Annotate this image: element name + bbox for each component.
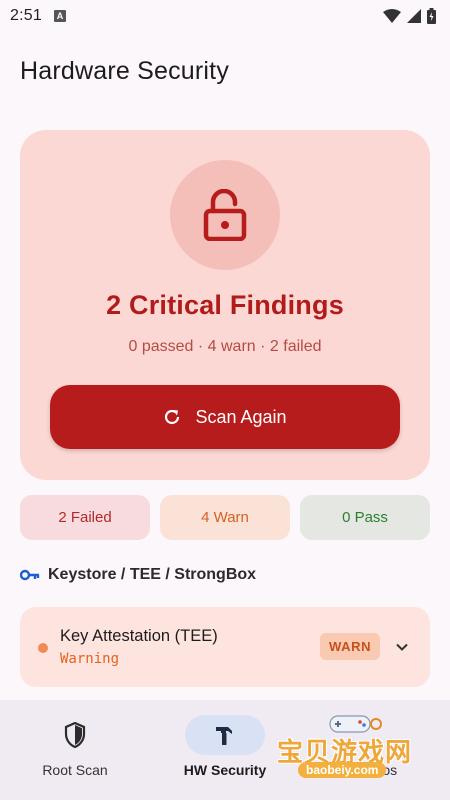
failed-chip-label: 2 Failed [58,509,112,526]
pass-chip-label: 0 Pass [342,509,388,526]
nav-pill-demos [335,715,415,755]
nav-pill-hw-security [185,715,265,755]
status-time: 2:51 [10,7,42,24]
section-header: Keystore / TEE / StrongBox [20,566,256,584]
key-icon [20,569,40,581]
warn-badge: WARN [320,633,380,660]
result-chips: 2 Failed 4 Warn 0 Pass [20,495,430,540]
finding-status: Warning [60,651,120,667]
shield-icon [64,722,86,748]
section-title: Keystore / TEE / StrongBox [48,566,257,583]
nav-item-demos[interactable]: Demos [300,700,450,800]
status-dot [38,643,48,653]
warn-chip-label: 4 Warn [201,509,249,526]
status-icon-circle [170,160,280,270]
signal-icon [407,9,421,23]
lock-open-icon [203,189,247,241]
status-bar: 2:51 A [0,0,450,32]
nav-item-hw-security[interactable]: HW Security [150,700,300,800]
findings-title: 2 Critical Findings [106,290,344,320]
refresh-icon [165,409,180,425]
nav-label-demos: Demos [352,762,398,778]
nav-pill-root-scan [35,715,115,755]
warn-chip[interactable]: 4 Warn [160,495,290,540]
scan-again-button[interactable]: Scan Again [50,385,400,449]
chevron-down-icon[interactable] [394,639,410,655]
pass-chip[interactable]: 0 Pass [300,495,430,540]
hammer-icon [216,727,232,745]
security-summary-card: 2 Critical Findings 0 passed · 4 warn · … [20,130,430,480]
battery-icon [427,8,436,24]
finding-title: Key Attestation (TEE) [60,627,218,645]
nav-label-hw-security: HW Security [183,762,267,778]
app-bar: Hardware Security [0,32,450,110]
findings-summary: 0 passed · 4 warn · 2 failed [128,338,322,355]
scan-again-label: Scan Again [195,406,287,427]
bottom-navigation: Root Scan HW Security Demos [0,700,450,800]
nav-label-root-scan: Root Scan [42,762,108,778]
wifi-icon [383,9,401,23]
nav-item-root-scan[interactable]: Root Scan [0,700,150,800]
finding-item[interactable]: Key Attestation (TEE) Warning WARN [20,607,430,687]
status-icons [383,8,436,24]
failed-chip[interactable]: 2 Failed [20,495,150,540]
accessibility-notification-icon: A [53,10,66,22]
page-title: Hardware Security [20,56,230,85]
